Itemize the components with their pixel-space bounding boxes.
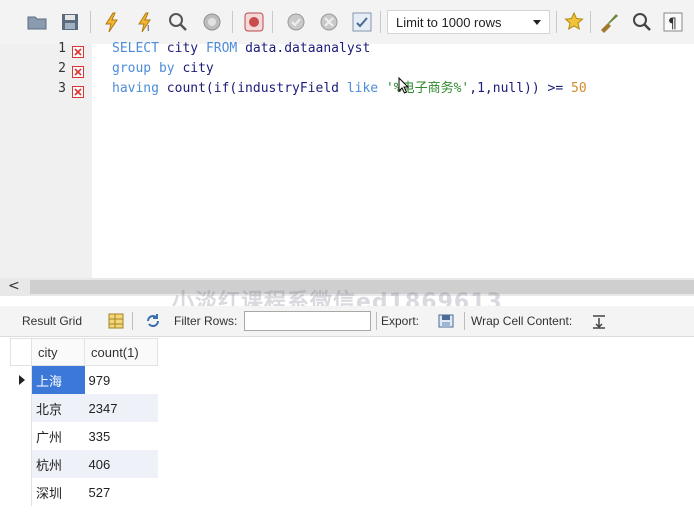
line-number-gutter: [0, 44, 92, 278]
table-row[interactable]: 广州 335: [10, 422, 158, 450]
error-marker-icon[interactable]: [72, 43, 84, 58]
refresh-icon[interactable]: [144, 312, 162, 330]
cell-count[interactable]: 406: [84, 450, 158, 478]
execute-current-icon[interactable]: I: [134, 11, 156, 33]
cell-count[interactable]: 335: [85, 422, 158, 450]
sql-keyword: FROM: [205, 41, 238, 56]
save-icon[interactable]: [59, 11, 81, 33]
cell-city[interactable]: 广州: [32, 422, 85, 450]
commit-icon[interactable]: [285, 11, 307, 33]
sql-text: count(if(industryField: [158, 81, 347, 96]
table-row[interactable]: 深圳 527: [10, 478, 158, 506]
rollback-icon[interactable]: [318, 11, 340, 33]
toggle-continue-icon[interactable]: [243, 11, 265, 33]
limit-rows-label: Limit to 1000 rows: [396, 15, 502, 30]
line-number: 2: [58, 61, 66, 76]
sql-text: ,1,null)) >=: [469, 81, 572, 96]
sql-text: data.dataanalyst: [237, 41, 371, 56]
table-row[interactable]: 杭州 406: [10, 450, 158, 478]
sql-text: city: [158, 41, 206, 56]
error-marker-icon[interactable]: [72, 63, 84, 78]
row-pointer-icon: [10, 365, 32, 394]
code-line-3: having count(if(industryField like '%电子商…: [112, 79, 587, 99]
clean-icon[interactable]: [598, 11, 620, 33]
result-grid[interactable]: city count(1) 上海 979 北京 2347 广州 335 杭州 4…: [10, 338, 158, 506]
row-header: [10, 394, 32, 422]
sql-keyword: group by: [112, 61, 175, 76]
filter-rows-input[interactable]: [244, 311, 371, 331]
toolbar-separator: [590, 11, 591, 33]
export-label: Export:: [381, 314, 420, 328]
beautify-icon[interactable]: [563, 11, 585, 33]
cell-city[interactable]: 深圳: [32, 478, 85, 506]
cell-city[interactable]: 杭州: [31, 450, 85, 478]
line-number: 3: [58, 81, 66, 96]
sql-text: city: [174, 61, 214, 76]
result-grid-tab[interactable]: Result Grid: [22, 314, 82, 328]
row-header: [10, 478, 32, 506]
toolbar-separator: [232, 11, 233, 33]
folder-open-icon[interactable]: [26, 11, 48, 33]
mouse-cursor-icon: [398, 77, 410, 94]
filter-rows-label: Filter Rows:: [174, 314, 238, 328]
toolbar-separator: [132, 312, 133, 330]
wrap-text-icon[interactable]: [590, 312, 608, 330]
table-row[interactable]: 上海 979: [10, 365, 158, 395]
toolbar-separator: [464, 312, 465, 330]
code-line-2: group by city: [112, 59, 214, 79]
grid-layout-icon[interactable]: [107, 312, 125, 330]
column-header-city[interactable]: city: [31, 338, 85, 366]
export-icon[interactable]: [437, 312, 455, 330]
find-icon[interactable]: [631, 11, 653, 33]
row-header: [10, 422, 32, 450]
sql-editor[interactable]: 1 2 3 SELECT city FROM data.dataanalyst …: [0, 41, 694, 278]
cell-count[interactable]: 979: [85, 366, 158, 395]
scroll-left-icon[interactable]: <: [8, 278, 20, 294]
explain-icon[interactable]: [167, 11, 189, 33]
toolbar-separator: [556, 11, 557, 33]
column-header-count[interactable]: count(1): [84, 338, 158, 366]
chevron-down-icon: [533, 20, 541, 25]
sql-keyword: SELECT: [112, 41, 159, 56]
toolbar-separator: [90, 11, 91, 33]
table-row[interactable]: 北京 2347: [10, 394, 158, 422]
row-header-corner: [10, 338, 32, 366]
autocommit-icon[interactable]: [351, 11, 373, 33]
limit-rows-select[interactable]: Limit to 1000 rows: [387, 10, 550, 34]
error-marker-icon[interactable]: [72, 83, 84, 98]
sql-keyword: like: [346, 81, 379, 96]
stop-icon[interactable]: [201, 11, 223, 33]
wrap-cell-label: Wrap Cell Content:: [471, 314, 573, 328]
results-toolbar: Result Grid Filter Rows: Export: Wrap Ce…: [0, 306, 694, 337]
cell-count[interactable]: 527: [85, 478, 158, 506]
toolbar-separator: [272, 11, 273, 33]
svg-text:¶: ¶: [668, 16, 677, 32]
code-line-1: SELECT city FROM data.dataanalyst: [112, 39, 370, 59]
toolbar-separator: [380, 11, 381, 33]
cell-city[interactable]: 上海: [31, 365, 85, 394]
row-header: [10, 450, 32, 478]
line-number: 1: [58, 41, 66, 56]
svg-text:I: I: [147, 24, 149, 33]
sql-number: 50: [571, 81, 587, 96]
toolbar-separator: [376, 312, 377, 330]
cell-city[interactable]: 北京: [31, 394, 85, 422]
cell-count[interactable]: 2347: [84, 394, 158, 422]
invisible-chars-icon[interactable]: ¶: [662, 11, 684, 33]
sql-keyword: having: [112, 81, 159, 96]
execute-icon[interactable]: [101, 11, 123, 33]
